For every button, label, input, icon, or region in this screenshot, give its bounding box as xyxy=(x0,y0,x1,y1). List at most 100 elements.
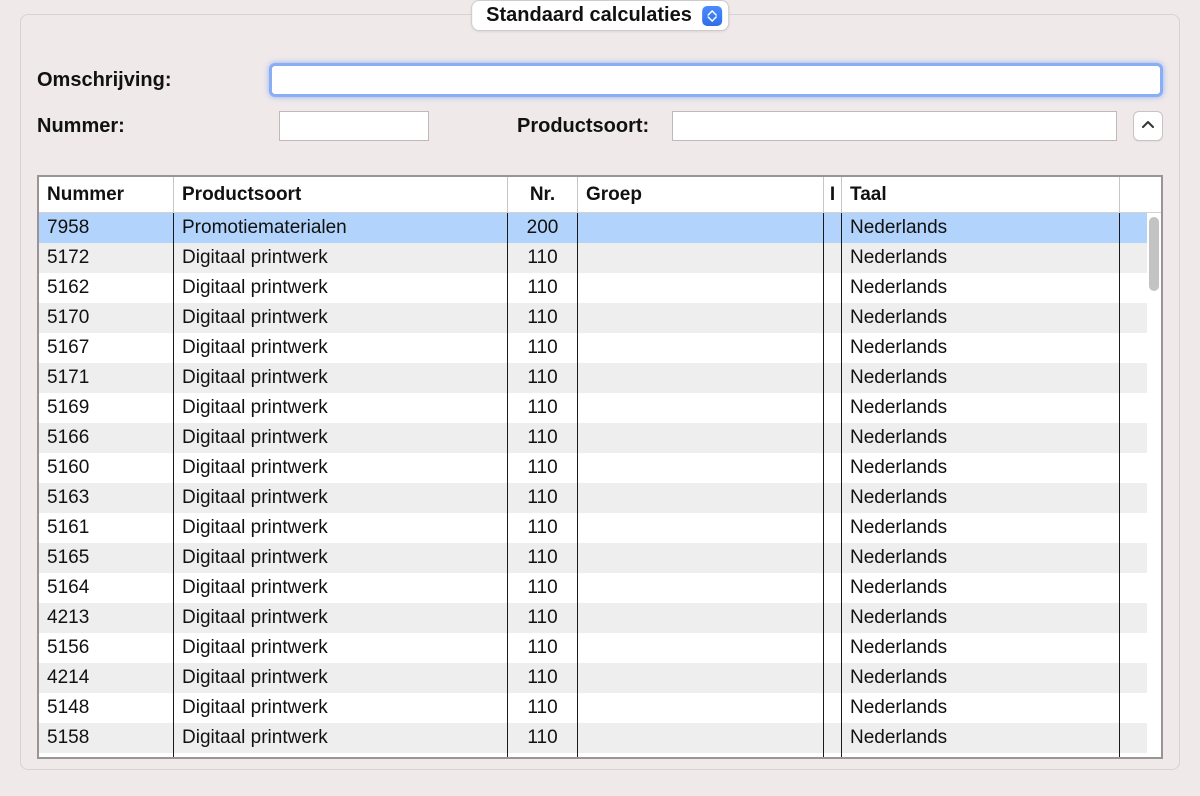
cell-groep xyxy=(578,483,824,513)
table-row[interactable]: 5160Digitaal printwerk110Nederlands xyxy=(39,453,1147,483)
table-row[interactable]: 5167Digitaal printwerk110Nederlands xyxy=(39,333,1147,363)
table-row[interactable]: 5172Digitaal printwerk110Nederlands xyxy=(39,243,1147,273)
cell-ps: Digitaal printwerk xyxy=(174,753,508,757)
cell-ps: Digitaal printwerk xyxy=(174,723,508,753)
table-row[interactable]: 5148Digitaal printwerk110Nederlands xyxy=(39,693,1147,723)
cell-end xyxy=(1120,303,1147,333)
header-nummer[interactable]: Nummer xyxy=(39,177,174,212)
header-taal[interactable]: Taal xyxy=(842,177,1120,212)
chevron-up-icon xyxy=(1141,117,1155,135)
cell-ps: Digitaal printwerk xyxy=(174,333,508,363)
cell-nummer: 4213 xyxy=(39,603,174,633)
header-productsoort[interactable]: Productsoort xyxy=(174,177,508,212)
cell-end xyxy=(1120,453,1147,483)
cell-i xyxy=(824,423,842,453)
cell-groep xyxy=(578,393,824,423)
cell-groep xyxy=(578,663,824,693)
cell-nr: 110 xyxy=(508,363,578,393)
cell-end xyxy=(1120,693,1147,723)
header-groep[interactable]: Groep xyxy=(578,177,824,212)
cell-taal: Nederlands xyxy=(842,603,1120,633)
cell-taal: Nederlands xyxy=(842,633,1120,663)
title-dropdown[interactable]: Standaard calculaties xyxy=(471,0,729,31)
cell-i xyxy=(824,243,842,273)
cell-end xyxy=(1120,243,1147,273)
table-row[interactable]: 5163Digitaal printwerk110Nederlands xyxy=(39,483,1147,513)
cell-taal: Nederlands xyxy=(842,573,1120,603)
cell-nummer: 5162 xyxy=(39,273,174,303)
cell-nummer: 5154 xyxy=(39,753,174,757)
omschrijving-input[interactable] xyxy=(269,63,1163,97)
cell-nr: 110 xyxy=(508,273,578,303)
cell-nummer: 5167 xyxy=(39,333,174,363)
cell-i xyxy=(824,723,842,753)
cell-ps: Digitaal printwerk xyxy=(174,273,508,303)
table-row[interactable]: 5164Digitaal printwerk110Nederlands xyxy=(39,573,1147,603)
nummer-input[interactable] xyxy=(279,111,429,141)
table-row[interactable]: 5165Digitaal printwerk110Nederlands xyxy=(39,543,1147,573)
cell-groep xyxy=(578,513,824,543)
cell-nr: 110 xyxy=(508,603,578,633)
cell-nr: 200 xyxy=(508,213,578,243)
collapse-button[interactable] xyxy=(1133,111,1163,141)
cell-nummer: 5163 xyxy=(39,483,174,513)
table-body: 7958Promotiematerialen200Nederlands5172D… xyxy=(39,213,1147,757)
cell-taal: Nederlands xyxy=(842,393,1120,423)
header-i[interactable]: I xyxy=(824,177,842,212)
cell-groep xyxy=(578,633,824,663)
scrollbar-thumb[interactable] xyxy=(1149,217,1159,291)
table-row[interactable]: 7958Promotiematerialen200Nederlands xyxy=(39,213,1147,243)
table-row[interactable]: 5161Digitaal printwerk110Nederlands xyxy=(39,513,1147,543)
cell-taal: Nederlands xyxy=(842,513,1120,543)
cell-end xyxy=(1120,513,1147,543)
cell-ps: Digitaal printwerk xyxy=(174,693,508,723)
cell-nummer: 5166 xyxy=(39,423,174,453)
cell-taal: Nederlands xyxy=(842,423,1120,453)
cell-nummer: 5169 xyxy=(39,393,174,423)
cell-nr: 110 xyxy=(508,453,578,483)
omschrijving-row: Omschrijving: xyxy=(37,63,1163,97)
cell-end xyxy=(1120,573,1147,603)
cell-end xyxy=(1120,333,1147,363)
table-row[interactable]: 4214Digitaal printwerk110Nederlands xyxy=(39,663,1147,693)
cell-ps: Digitaal printwerk xyxy=(174,453,508,483)
table-row[interactable]: 4213Digitaal printwerk110Nederlands xyxy=(39,603,1147,633)
scrollbar[interactable] xyxy=(1147,213,1161,757)
cell-end xyxy=(1120,603,1147,633)
cell-nummer: 5164 xyxy=(39,573,174,603)
cell-groep xyxy=(578,363,824,393)
cell-groep xyxy=(578,573,824,603)
cell-taal: Nederlands xyxy=(842,303,1120,333)
table-row[interactable]: 5170Digitaal printwerk110Nederlands xyxy=(39,303,1147,333)
cell-nr: 110 xyxy=(508,483,578,513)
table-row[interactable]: 5158Digitaal printwerk110Nederlands xyxy=(39,723,1147,753)
table-row[interactable]: 5166Digitaal printwerk110Nederlands xyxy=(39,423,1147,453)
cell-nr: 110 xyxy=(508,393,578,423)
cell-nummer: 5172 xyxy=(39,243,174,273)
cell-nr: 110 xyxy=(508,693,578,723)
productsoort-input[interactable] xyxy=(672,111,1117,141)
cell-groep xyxy=(578,453,824,483)
cell-end xyxy=(1120,723,1147,753)
table-row[interactable]: 5156Digitaal printwerk110Nederlands xyxy=(39,633,1147,663)
cell-taal: Nederlands xyxy=(842,543,1120,573)
table-row[interactable]: 5162Digitaal printwerk110Nederlands xyxy=(39,273,1147,303)
cell-nummer: 5148 xyxy=(39,693,174,723)
cell-nr: 110 xyxy=(508,303,578,333)
table-row[interactable]: 5171Digitaal printwerk110Nederlands xyxy=(39,363,1147,393)
cell-end xyxy=(1120,633,1147,663)
cell-taal: Nederlands xyxy=(842,243,1120,273)
search-form: Omschrijving: Nummer: Productsoort: xyxy=(21,15,1179,171)
cell-end xyxy=(1120,483,1147,513)
cell-ps: Digitaal printwerk xyxy=(174,423,508,453)
header-nr[interactable]: Nr. xyxy=(508,177,578,212)
cell-nr: 110 xyxy=(508,753,578,757)
cell-nummer: 5171 xyxy=(39,363,174,393)
cell-i xyxy=(824,513,842,543)
table-row[interactable]: 5154Digitaal printwerk110Nederlands xyxy=(39,753,1147,757)
table-row[interactable]: 5169Digitaal printwerk110Nederlands xyxy=(39,393,1147,423)
cell-ps: Digitaal printwerk xyxy=(174,513,508,543)
cell-taal: Nederlands xyxy=(842,663,1120,693)
cell-nr: 110 xyxy=(508,513,578,543)
cell-i xyxy=(824,213,842,243)
